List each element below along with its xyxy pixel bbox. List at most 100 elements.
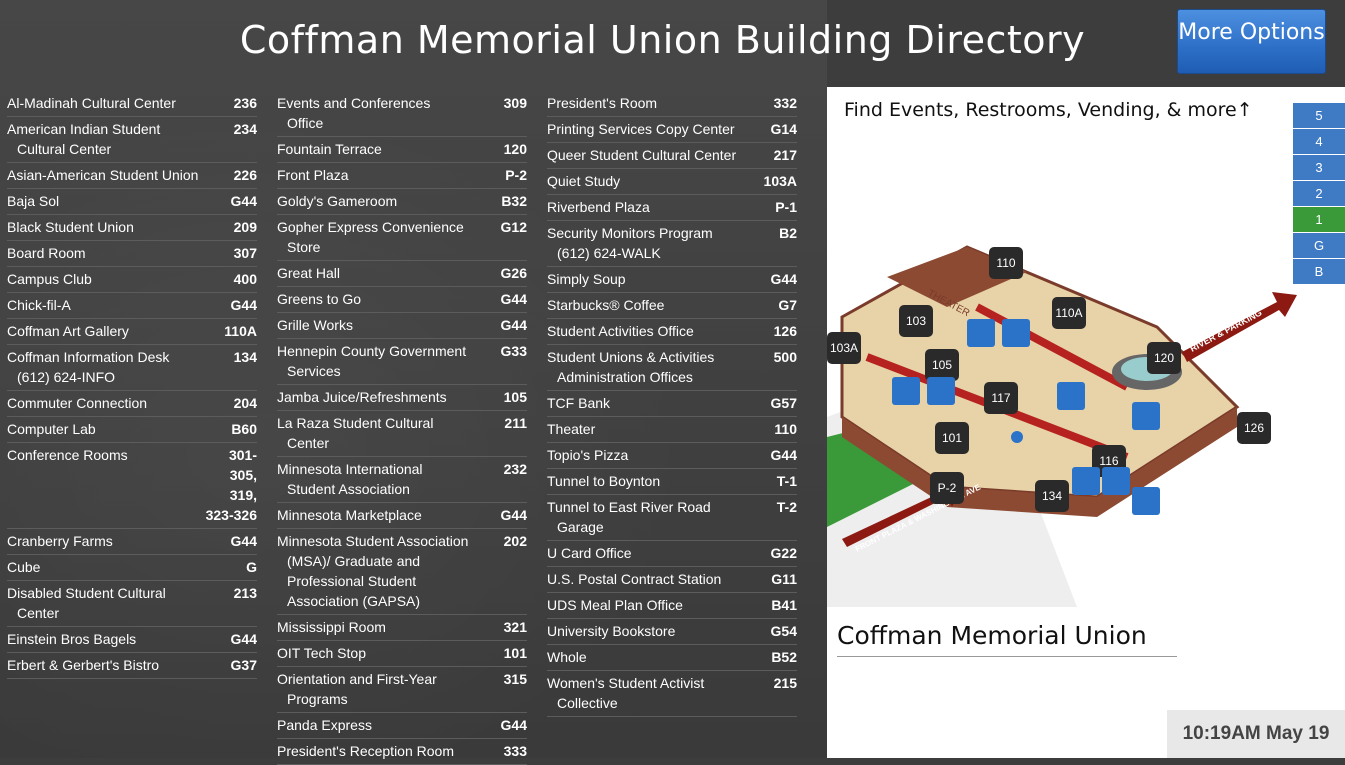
directory-row[interactable]: Orientation and First-Year Programs 315 [277,667,527,713]
directory-row[interactable]: Great Hall G26 [277,261,527,287]
directory-row[interactable]: Asian-American Student Union 226 [7,163,257,189]
directory-row[interactable]: Erbert & Gerbert's Bistro G37 [7,653,257,679]
directory-row[interactable]: Cranberry Farms G44 [7,529,257,555]
directory-row[interactable]: Board Room 307 [7,241,257,267]
directory-row[interactable]: Panda Express G44 [277,713,527,739]
directory-row[interactable]: Grille Works G44 [277,313,527,339]
directory-row[interactable]: Al-Madinah Cultural Center 236 [7,91,257,117]
directory-row[interactable]: Printing Services Copy Center G14 [547,117,797,143]
room-number: B2 [779,225,797,241]
restroom-icon[interactable] [967,319,995,347]
directory-row[interactable]: Computer Lab B60 [7,417,257,443]
directory-row[interactable]: Minnesota Marketplace G44 [277,503,527,529]
directory-name: Computer Lab [7,419,231,439]
directory-row[interactable]: President's Reception Room 333 [277,739,527,765]
directory-row[interactable]: Disabled Student Cultural Center 213 [7,581,257,627]
directory-row[interactable]: Gopher Express Convenience Store G12 [277,215,527,261]
directory-row[interactable]: President's Room 332 [547,91,797,117]
room-marker[interactable]: 126 [1237,412,1271,444]
directory-row[interactable]: Whole B52 [547,645,797,671]
room-marker[interactable]: 105 [925,349,959,381]
directory-row[interactable]: Coffman Art Gallery 110A [7,319,257,345]
room-marker-label: 103 [906,314,926,328]
restroom-icon[interactable] [892,377,920,405]
directory-name-line: Queer Student Cultural Center [547,147,737,163]
directory-row[interactable]: La Raza Student Cultural Center 211 [277,411,527,457]
restroom-icon[interactable] [1132,402,1160,430]
room-marker[interactable]: 120 [1147,342,1181,374]
directory-row[interactable]: Cube G [7,555,257,581]
directory-row[interactable]: University Bookstore G54 [547,619,797,645]
directory-row[interactable]: Riverbend Plaza P-1 [547,195,797,221]
directory-row[interactable]: Mississippi Room 321 [277,615,527,641]
directory-row[interactable]: TCF Bank G57 [547,391,797,417]
room-marker-label: 105 [932,358,952,372]
directory-name: Gopher Express Convenience Store [277,217,501,257]
floor-button-5[interactable]: 5 [1293,103,1345,128]
directory-name-line: (612) 624-INFO [17,369,116,385]
room-marker[interactable]: 103A [827,332,861,364]
room-marker[interactable]: 101 [935,422,969,454]
building-map[interactable]: RIVER & PARKING FRONT PLAZA & WASHINGTON… [827,167,1345,607]
elevator-icon[interactable] [1102,467,1130,495]
room-marker[interactable]: 103 [899,305,933,337]
directory-row[interactable]: Events and Conferences Office 309 [277,91,527,137]
directory-row[interactable]: Campus Club 400 [7,267,257,293]
directory-row[interactable]: UDS Meal Plan Office B41 [547,593,797,619]
directory-row[interactable]: Commuter Connection 204 [7,391,257,417]
directory-row[interactable]: Minnesota Student Association (MSA)/ Grad… [277,529,527,615]
directory-row[interactable]: Tunnel to East River Road Garage T-2 [547,495,797,541]
directory-row[interactable]: U Card Office G22 [547,541,797,567]
directory-row[interactable]: Hennepin County Government Services G33 [277,339,527,385]
more-options-button[interactable]: More Options [1177,9,1326,74]
directory-row[interactable]: Goldy's Gameroom B32 [277,189,527,215]
directory-row[interactable]: American Indian Student Cultural Center 23… [7,117,257,163]
directory-row[interactable]: Theater 110 [547,417,797,443]
directory-row[interactable]: Topio's Pizza G44 [547,443,797,469]
directory-row[interactable]: OIT Tech Stop 101 [277,641,527,667]
directory-row[interactable]: Greens to Go G44 [277,287,527,313]
room-marker[interactable]: 134 [1035,480,1069,512]
directory-row[interactable]: Minnesota International Student Associati… [277,457,527,503]
directory-name-line: Einstein Bros Bagels [7,631,137,647]
directory-name-line: Professional Student [287,573,417,589]
directory-row[interactable]: Starbucks® Coffee G7 [547,293,797,319]
directory-row[interactable]: Queer Student Cultural Center 217 [547,143,797,169]
room-marker[interactable]: 110 [989,247,1023,279]
directory-row[interactable]: Quiet Study 103A [547,169,797,195]
clock: 10:19AM May 19 [1167,710,1345,758]
directory-row[interactable]: Jamba Juice/Refreshments 105 [277,385,527,411]
elevator-icon[interactable] [927,377,955,405]
directory-row[interactable]: Simply Soup G44 [547,267,797,293]
directory-row[interactable]: Fountain Terrace 120 [277,137,527,163]
directory-row[interactable]: Women's Student Activist Collective 215 [547,671,797,717]
directory-row[interactable]: Front Plaza P-2 [277,163,527,189]
directory-name: Queer Student Cultural Center [547,145,774,165]
room-number: G54 [770,623,797,639]
directory-row[interactable]: Security Monitors Program (612) 624-WALK B… [547,221,797,267]
directory-row[interactable]: Student Activities Office 126 [547,319,797,345]
directory-row[interactable]: Black Student Union 209 [7,215,257,241]
room-marker[interactable]: 117 [984,382,1018,414]
escalator-icon[interactable] [1057,382,1085,410]
floor-button-4[interactable]: 4 [1293,129,1345,154]
room-number: G57 [770,395,797,411]
directory-row[interactable]: Einstein Bros Bagels G44 [7,627,257,653]
atm-icon[interactable] [1002,319,1030,347]
room-number: G26 [500,265,527,281]
room-marker[interactable]: 110A [1052,297,1086,329]
room-marker[interactable]: P-2 [930,472,964,504]
directory-name: Coffman Art Gallery [7,321,224,341]
directory-row[interactable]: Chick-fil-A G44 [7,293,257,319]
directory-name: Board Room [7,243,234,263]
restroom-icon[interactable] [1072,467,1100,495]
directory-row[interactable]: U.S. Postal Contract Station G11 [547,567,797,593]
directory-name: Greens to Go [277,289,501,309]
directory-row[interactable]: Conference Rooms 301- 305, 319, 323-326 [7,443,257,529]
directory-row[interactable]: Baja Sol G44 [7,189,257,215]
directory-row[interactable]: Tunnel to Boynton T-1 [547,469,797,495]
directory-row[interactable]: Student Unions & Activities Administratio… [547,345,797,391]
directory-row[interactable]: Coffman Information Desk (612) 624-INFO 13… [7,345,257,391]
phone-icon[interactable] [1132,487,1160,515]
room-number: G44 [500,291,527,307]
